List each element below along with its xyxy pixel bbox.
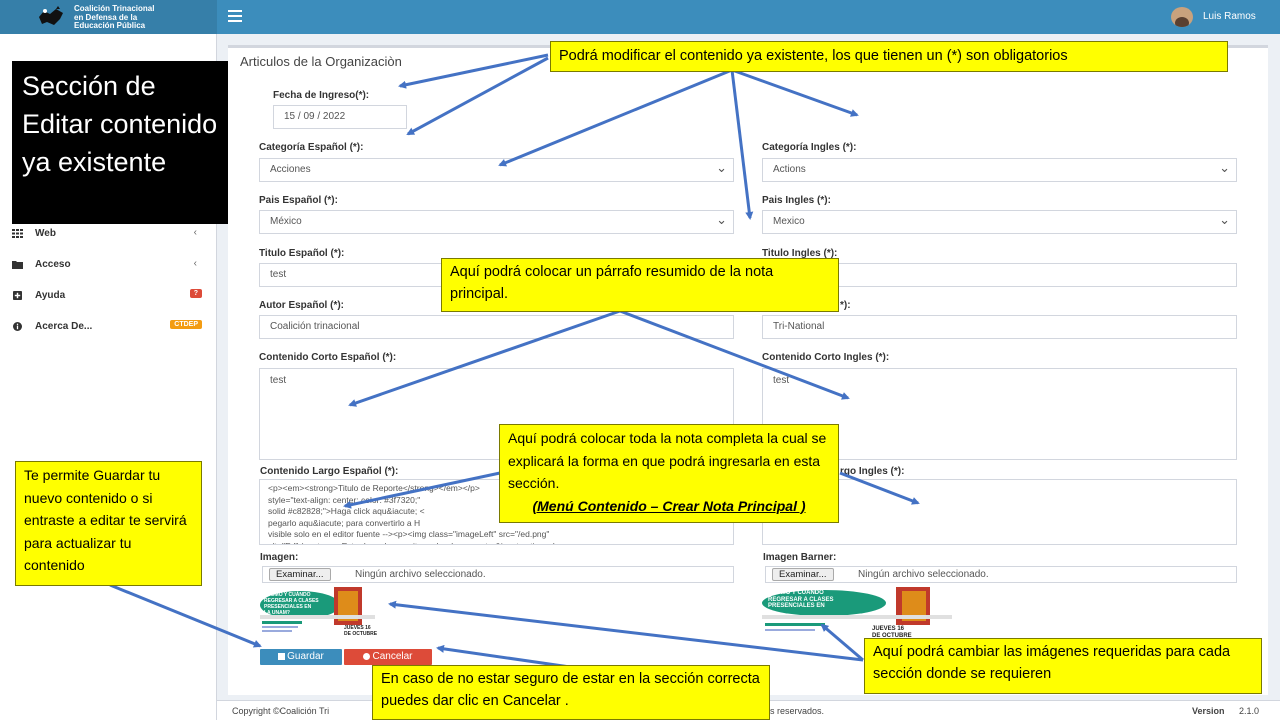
browse-button[interactable]: Examinar...	[269, 568, 331, 581]
grid-icon	[12, 229, 23, 238]
titulo-es-label: Titulo Español (*):	[259, 248, 345, 259]
autor-es-input[interactable]: Coalición trinacional	[259, 315, 734, 339]
categoria-es-select[interactable]: Acciones	[259, 158, 734, 182]
folder-icon	[12, 261, 23, 269]
imagen-file-input[interactable]: Examinar... Ningún archivo seleccionado.	[262, 566, 734, 583]
images-help-callout: Aquí podrá cambiar las imágenes requerid…	[864, 638, 1262, 694]
sidebar-toggle-icon[interactable]	[228, 10, 242, 22]
sidebar-item-label: Ayuda	[35, 290, 66, 301]
save-help-callout: Te permite Guardar tu nuevo contenido o …	[15, 461, 202, 586]
about-badge: CTDEP	[170, 320, 202, 329]
thumb-text: ¿CÓMO Y CUÁNDO REGRESAR A CLASES PRESENCIA…	[264, 592, 319, 616]
help-badge: ?	[189, 289, 202, 298]
fecha-input[interactable]: 15 / 09 / 2022	[273, 105, 407, 129]
corto-en-label: Contenido Corto Ingles (*):	[762, 352, 890, 363]
full-note-text: Aquí podrá colocar toda la nota completa…	[508, 430, 827, 491]
cancel-help-callout: En caso de no estar seguro de estar en l…	[372, 665, 770, 720]
full-note-callout: Aquí podrá colocar toda la nota completa…	[499, 424, 839, 523]
file-status: Ningún archivo seleccionado.	[858, 569, 989, 580]
sidebar-item-acceso[interactable]: Acceso ‹	[12, 258, 202, 274]
sidebar-item-label: Acerca De...	[35, 321, 93, 332]
pais-es-select[interactable]: México	[259, 210, 734, 234]
chevron-left-icon: ‹	[193, 227, 197, 238]
info-circle-icon	[13, 322, 22, 331]
banner-text: ¿CÓMO Y CUÁNDO REGRESAR A CLASES PRESENCIA…	[768, 590, 834, 609]
version-number: 2.1.0	[1239, 706, 1260, 716]
top-navbar: Coalición Trinacional en Defensa de la E…	[0, 0, 1280, 34]
full-note-ref: (Menú Contenido – Crear Nota Principal )	[532, 497, 806, 514]
autor-es-label: Autor Español (*):	[259, 300, 344, 311]
logo-area[interactable]: Coalición Trinacional en Defensa de la E…	[0, 0, 217, 34]
autor-en-input[interactable]: Tri-National	[762, 315, 1237, 339]
sidebar-item-label: Acceso	[35, 259, 71, 270]
largo-en-label: rgo Ingles (*):	[840, 466, 905, 477]
copyright-text: Copyright ©Coalición Tri	[232, 706, 330, 716]
modify-callout: Podrá modificar el contenido ya existent…	[550, 41, 1228, 72]
close-circle-icon	[363, 653, 371, 660]
imagen-banner-label: Imagen Barner:	[763, 552, 837, 563]
corto-es-label: Contenido Corto Español (*):	[259, 352, 397, 363]
chevron-left-icon: ‹	[193, 258, 197, 269]
pais-es-label: Pais Español (*):	[259, 195, 338, 206]
autor-en-label: *):	[840, 300, 851, 311]
plus-square-icon	[13, 291, 22, 300]
rights-text: s reservados.	[770, 706, 825, 716]
avatar[interactable]	[1171, 7, 1193, 27]
save-button[interactable]: Guardar	[260, 649, 342, 665]
version-label: Version	[1192, 706, 1225, 716]
page-title: Articulos de la Organizaciòn	[240, 54, 402, 69]
categoria-es-label: Categoría Español (*):	[259, 142, 364, 153]
imagen-label: Imagen:	[260, 552, 299, 563]
user-name[interactable]: Luis Ramos	[1203, 11, 1256, 22]
summary-callout: Aquí podrá colocar un párrafo resumido d…	[441, 258, 839, 312]
logo-icon	[39, 6, 63, 25]
file-status: Ningún archivo seleccionado.	[355, 569, 486, 580]
pais-en-label: Pais Ingles (*):	[762, 195, 831, 206]
thumb-date: JUEVES 16 DE OCTUBRE	[344, 625, 378, 637]
categoria-en-select[interactable]: Actions	[762, 158, 1237, 182]
org-name: Coalición Trinacional en Defensa de la E…	[74, 4, 155, 30]
save-icon	[278, 653, 286, 660]
categoria-en-label: Categoría Ingles (*):	[762, 142, 857, 153]
banner-file-input[interactable]: Examinar... Ningún archivo seleccionado.	[765, 566, 1237, 583]
sidebar-item-web[interactable]: Web ‹	[12, 227, 202, 243]
sidebar-item-acerca[interactable]: Acerca De... CTDEP	[12, 320, 202, 336]
cancel-button[interactable]: Cancelar	[344, 649, 432, 665]
section-callout: Sección de Editar contenido ya existente	[12, 61, 228, 224]
sidebar-item-ayuda[interactable]: Ayuda ?	[12, 289, 202, 305]
largo-es-label: Contenido Largo Español (*):	[260, 466, 399, 477]
browse-button[interactable]: Examinar...	[772, 568, 834, 581]
pais-en-select[interactable]: Mexico	[762, 210, 1237, 234]
fecha-label: Fecha de Ingreso(*):	[273, 90, 370, 101]
sidebar-item-label: Web	[35, 228, 56, 239]
